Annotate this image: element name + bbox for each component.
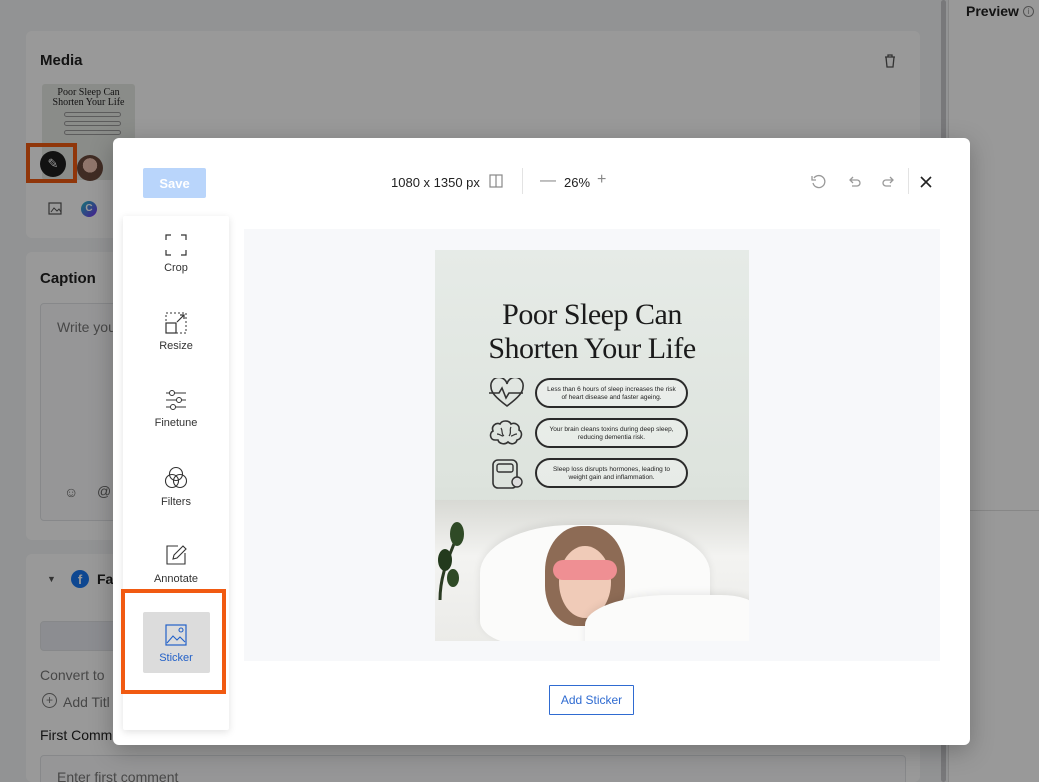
toolbar-separator	[908, 168, 909, 194]
tool-crop[interactable]: Crop	[123, 234, 229, 304]
crop-icon	[165, 234, 187, 256]
reset-icon[interactable]	[810, 174, 826, 190]
compare-icon[interactable]	[489, 174, 503, 188]
tool-finetune[interactable]: Finetune	[123, 389, 229, 459]
zoom-level: 26%	[564, 175, 591, 190]
poster-fact-row: Sleep loss disrupts hormones, leading to…	[487, 458, 697, 490]
tool-label: Resize	[159, 340, 193, 352]
resize-icon	[165, 312, 187, 334]
poster-fact-text: Your brain cleans toxins during deep sle…	[535, 418, 688, 448]
tool-resize[interactable]: Resize	[123, 312, 229, 382]
pencil-icon	[166, 545, 187, 565]
poster-fact-row: Less than 6 hours of sleep increases the…	[487, 378, 697, 410]
poster-photo	[435, 500, 749, 641]
close-icon[interactable]	[918, 174, 934, 190]
scale-icon	[492, 459, 523, 489]
image-editor-modal: Save 1080 x 1350 px — 26% + Crop Resize …	[113, 138, 970, 745]
save-button[interactable]: Save	[143, 168, 206, 198]
tool-label: Filters	[161, 496, 191, 508]
toolbar-separator	[522, 168, 523, 194]
plant-icon	[438, 522, 464, 600]
poster-title: Poor Sleep Can Shorten Your Life	[488, 298, 696, 365]
tool-label: Annotate	[153, 573, 199, 585]
poster-image[interactable]: Poor Sleep Can Shorten Your Life Less th…	[435, 250, 749, 641]
zoom-in-button[interactable]: +	[597, 171, 606, 189]
zoom-out-button[interactable]: —	[540, 172, 556, 190]
poster-fact-row: Your brain cleans toxins during deep sle…	[487, 418, 697, 450]
undo-icon[interactable]	[846, 174, 862, 190]
filters-icon	[164, 466, 188, 489]
sleep-mask-shape	[553, 560, 617, 580]
sticker-highlight-box	[121, 589, 226, 694]
heart-rate-icon	[489, 378, 524, 408]
editor-canvas[interactable]: Poor Sleep Can Shorten Your Life Less th…	[244, 229, 940, 661]
tool-label: Finetune	[154, 417, 198, 429]
brain-icon	[489, 420, 523, 445]
poster-fact-text: Sleep loss disrupts hormones, leading to…	[535, 458, 688, 488]
poster-fact-text: Less than 6 hours of sleep increases the…	[535, 378, 688, 408]
tool-filters[interactable]: Filters	[123, 466, 229, 536]
sliders-icon	[166, 390, 186, 410]
redo-icon[interactable]	[881, 174, 897, 190]
tool-label: Crop	[164, 262, 188, 274]
image-dimensions: 1080 x 1350 px	[391, 175, 480, 190]
add-sticker-button[interactable]: Add Sticker	[549, 685, 634, 715]
